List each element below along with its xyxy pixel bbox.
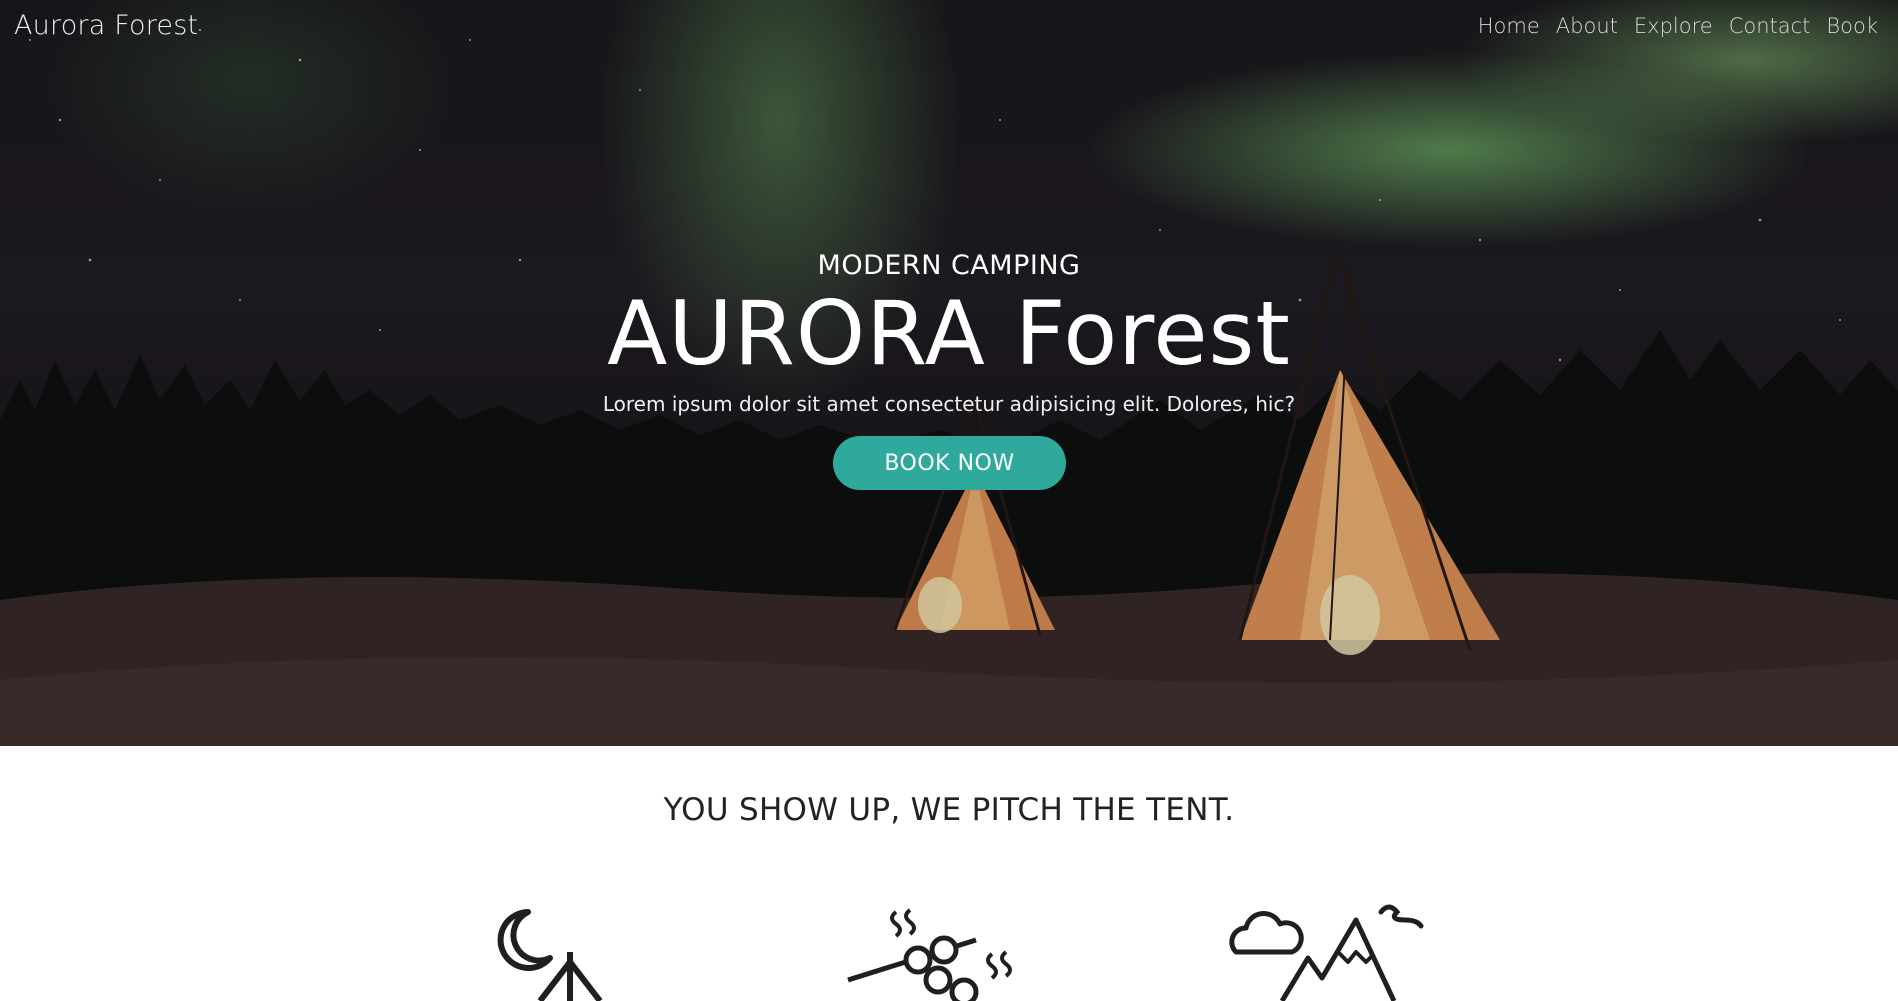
hero-section: Aurora Forest Home About Explore Contact…: [0, 0, 1898, 746]
main-nav: Home About Explore Contact Book: [1478, 14, 1878, 38]
nav-link-home[interactable]: Home: [1478, 14, 1540, 38]
hero-eyebrow: MODERN CAMPING: [817, 250, 1081, 281]
nav-link-contact[interactable]: Contact: [1729, 14, 1811, 38]
site-logo[interactable]: Aurora Forest: [14, 10, 198, 41]
cloud-mountain-icon: [1229, 904, 1424, 1001]
hero-title: AURORA Forest: [607, 282, 1291, 385]
marshmallow-skewer-icon: [847, 908, 1012, 1001]
nav-link-about[interactable]: About: [1556, 14, 1618, 38]
hero-subtitle: Lorem ipsum dolor sit amet consectetur a…: [602, 392, 1296, 416]
book-now-button[interactable]: BOOK NOW: [833, 436, 1066, 490]
section-title: YOU SHOW UP, WE PITCH THE TENT.: [663, 792, 1235, 828]
nav-link-book[interactable]: Book: [1826, 14, 1878, 38]
nav-link-explore[interactable]: Explore: [1634, 14, 1713, 38]
moon-tent-icon: [497, 909, 603, 1001]
